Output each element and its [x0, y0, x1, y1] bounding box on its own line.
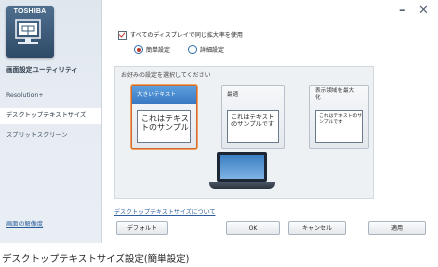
option-title: 最適 [227, 92, 239, 98]
option-sample-text: これはテキス トのサンプル [141, 114, 189, 133]
all-displays-label: すべてのディスプレイで同じ拡大率を使用 [130, 32, 243, 39]
sidebar-item-desktop-text-size[interactable]: デスクトップテキストサイズ [0, 108, 101, 124]
default-button[interactable]: デフォルト [116, 221, 168, 235]
option-sample-text: これはテキストのサ ンプルです [319, 114, 363, 125]
display-utility-window: TOSHIBA 画面設定ユーティリティ Resolution+ デスクトップテキ… [0, 0, 438, 243]
option-sample-text: これはテキスト のサンプルです [231, 114, 275, 129]
mode-simple-radio[interactable] [134, 45, 143, 54]
cancel-button[interactable]: キャンセル [288, 221, 346, 235]
figure-caption: デスクトップテキストサイズ設定(簡単設定) [2, 254, 190, 265]
app-title: 画面設定ユーティリティ [6, 66, 78, 74]
mode-detail-radio[interactable] [188, 45, 197, 54]
monitor-icon [15, 19, 41, 44]
all-displays-checkbox[interactable] [118, 31, 127, 40]
sidebar-item-resolution[interactable]: Resolution+ [0, 88, 101, 104]
laptop-icon [209, 152, 275, 192]
mode-detail-label: 詳細設定 [200, 47, 225, 54]
option-maximize-area[interactable]: 表示領域を最大 化 これはテキストのサ ンプルです [309, 85, 369, 149]
option-large-text[interactable]: 大きいテキスト これはテキス トのサンプル [131, 85, 197, 149]
main-content: すべてのディスプレイで同じ拡大率を使用 簡単設定 詳細設定 お好みの設定を選択し… [102, 0, 438, 243]
preset-panel: お好みの設定を選択してください 大きいテキスト これはテキス トのサンプル 最適… [114, 66, 374, 199]
option-optimal[interactable]: 最適 これはテキスト のサンプルです [221, 85, 285, 149]
sidebar: TOSHIBA 画面設定ユーティリティ Resolution+ デスクトップテキ… [0, 0, 102, 243]
sidebar-item-split-screen[interactable]: スプリットスクリーン [0, 128, 101, 144]
option-preview: これはテキス トのサンプル [137, 110, 191, 143]
ok-button[interactable]: OK [226, 221, 280, 235]
apply-button[interactable]: 適用 [368, 221, 426, 235]
mode-simple-label: 簡単設定 [146, 47, 171, 54]
option-title: 表示領域を最大 化 [315, 88, 355, 101]
option-title: 大きいテキスト [132, 86, 196, 104]
panel-title: お好みの設定を選択してください [121, 72, 211, 79]
about-text-size-link[interactable]: デスクトップテキストサイズについて [114, 207, 215, 216]
app-logo: TOSHIBA [6, 6, 54, 58]
option-preview: これはテキスト のサンプルです [227, 110, 279, 143]
screen-resolution-link[interactable]: 画面の解像度 [6, 219, 43, 228]
option-preview: これはテキストのサ ンプルです [315, 110, 363, 143]
